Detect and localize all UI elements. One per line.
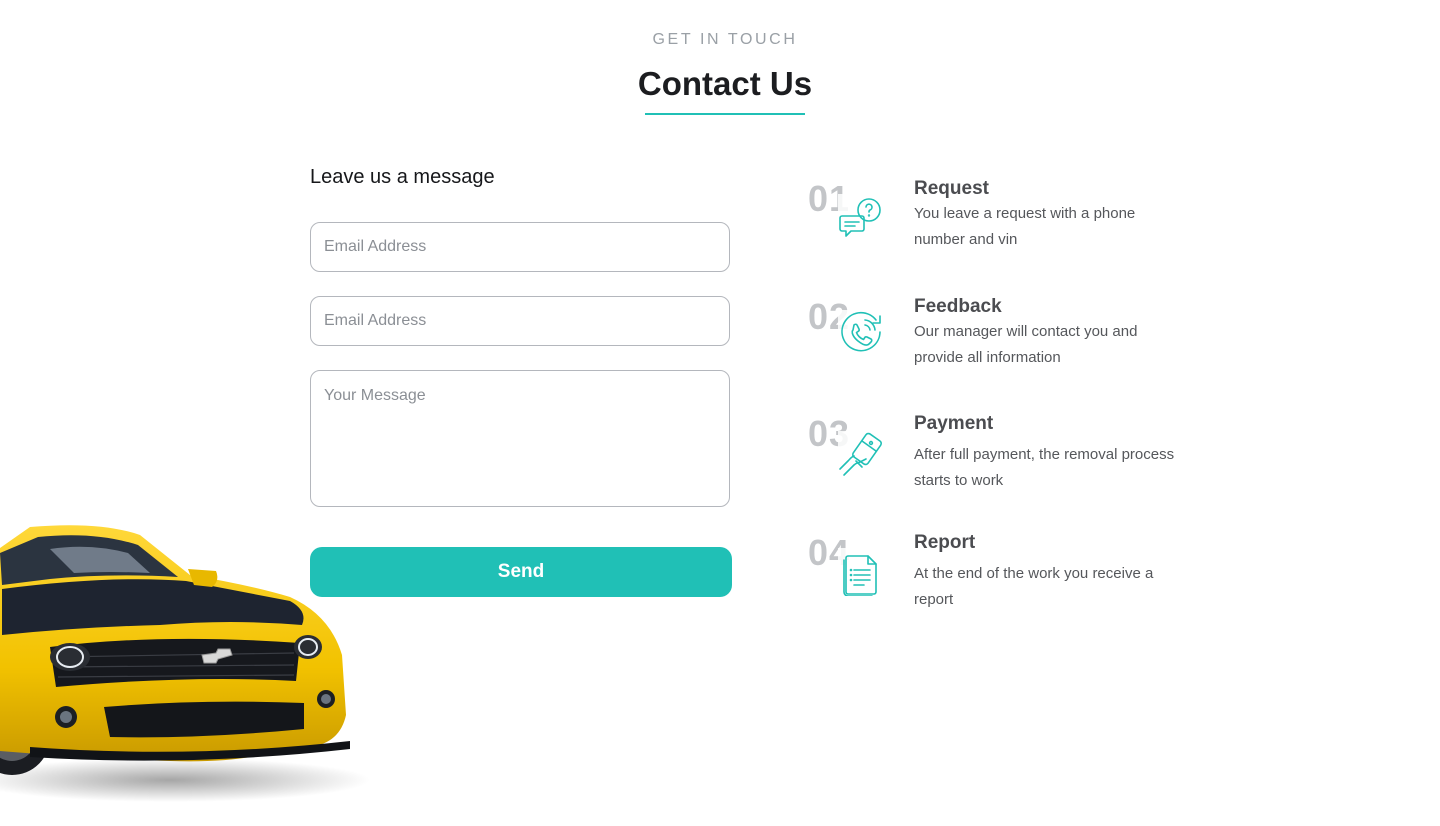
card-payment-icon (838, 431, 886, 479)
step-description: At the end of the work you receive a rep… (914, 565, 1154, 608)
email-field-secondary[interactable] (310, 296, 730, 346)
step-request: 01 Request You leave a request with a ph… (808, 178, 1188, 278)
page-title: Contact Us (637, 65, 813, 102)
yellow-sports-car-image (0, 515, 370, 805)
title-underline (645, 113, 805, 115)
step-title: Payment (914, 413, 994, 434)
phone-call-icon (838, 310, 886, 358)
step-title: Request (914, 178, 989, 199)
document-report-icon (838, 548, 886, 596)
step-title: Report (914, 532, 976, 553)
form-heading: Leave us a message (310, 166, 495, 188)
step-title: Feedback (914, 296, 1002, 317)
step-feedback: 02 Feedback Our manager will contact you… (808, 296, 1188, 396)
contact-section: GET IN TOUCH Contact Us Leave us a messa… (0, 0, 1440, 826)
email-field[interactable] (310, 222, 730, 272)
step-description: Our manager will contact you and provide… (914, 323, 1138, 366)
step-description: After full payment, the removal process … (914, 446, 1175, 489)
section-eyebrow: GET IN TOUCH (652, 31, 798, 48)
send-button[interactable]: Send (310, 547, 732, 597)
chat-question-icon (838, 194, 886, 242)
step-description: You leave a request with a phone number … (914, 205, 1136, 248)
message-field[interactable] (310, 370, 730, 507)
step-payment: 03 Payment After full payment, the remov… (808, 413, 1188, 513)
step-report: 04 Report At the end of the work you rec… (808, 532, 1188, 632)
